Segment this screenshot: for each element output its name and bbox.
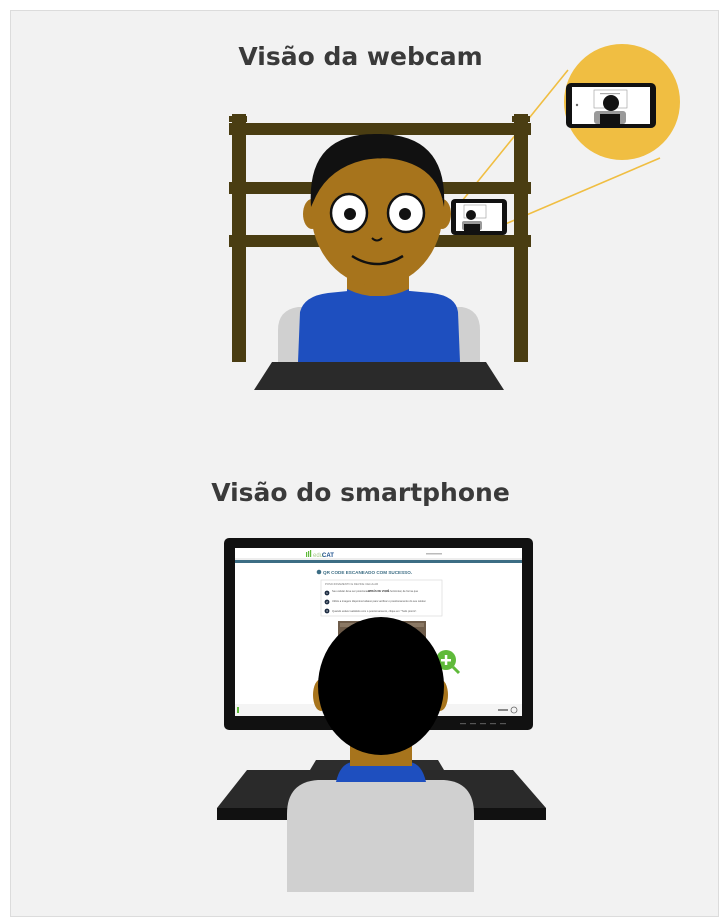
screen-top-bar bbox=[235, 560, 522, 563]
logo-suffix: CAT bbox=[322, 553, 334, 559]
check-icon bbox=[316, 569, 322, 575]
step-text: Quando estiver satisfeito com o posicion… bbox=[332, 609, 417, 613]
step-text: Seu celular deve ser posicionado bbox=[332, 589, 371, 593]
instruction-card-title: POSICIONAMENTO E DEVICE CELULAR bbox=[325, 582, 378, 586]
instruction-step-3: 3 Quando estiver satisfeito com o posici… bbox=[324, 608, 417, 614]
step-text: Utilize a imagem disponível abaixo para … bbox=[332, 599, 426, 603]
step-text-cont: , na horizontal, de forma que bbox=[385, 589, 419, 593]
user-menu bbox=[426, 553, 442, 555]
scan-success-banner: QR CODE ESCANEADO COM SUCESSO. bbox=[323, 570, 412, 575]
smartphone-view-illustration: edu CAT QR CODE ESCANEADO COM SUCESSO. P… bbox=[217, 538, 546, 892]
